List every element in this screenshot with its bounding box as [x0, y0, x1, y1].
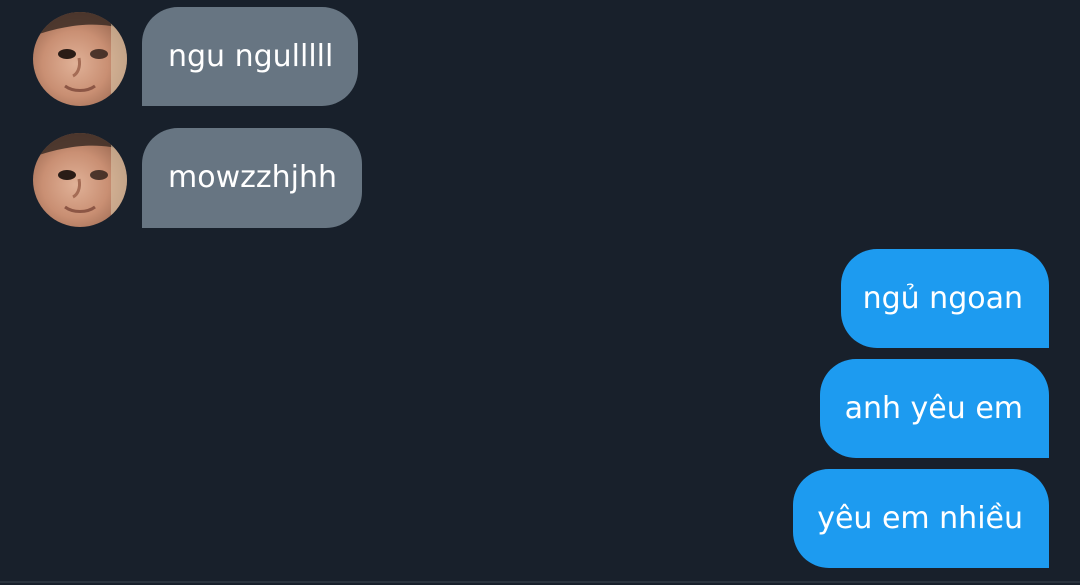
message-text: mowzzhjhh [168, 160, 337, 195]
outgoing-message-bubble[interactable]: yêu em nhiều [793, 469, 1049, 568]
outgoing-message-bubble[interactable]: ngủ ngoan [841, 249, 1049, 348]
message-text: yêu em nhiều [817, 500, 1023, 536]
avatar-photo-icon [33, 12, 127, 106]
contact-avatar[interactable] [33, 133, 127, 227]
message-text: anh yêu em [844, 390, 1023, 426]
incoming-message-bubble[interactable]: ngu ngulllll [142, 7, 358, 106]
avatar-photo-icon [33, 133, 127, 227]
message-text: ngu ngulllll [168, 38, 334, 74]
outgoing-message-bubble[interactable]: anh yêu em [820, 359, 1049, 458]
contact-avatar[interactable] [33, 12, 127, 106]
incoming-message-bubble[interactable]: mowzzhjhh [142, 128, 362, 228]
message-text: ngủ ngoan [862, 280, 1023, 316]
divider [0, 581, 1080, 583]
chat-thread: ngu ngulllll mowzzhjhh ngủ ngoan anh yêu… [0, 0, 1080, 585]
